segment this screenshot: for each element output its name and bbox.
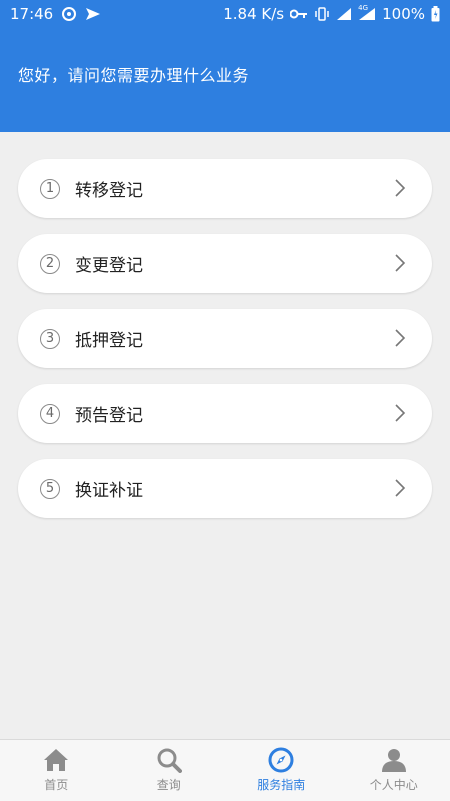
tab-label: 服务指南: [257, 776, 305, 793]
item-number: 4: [40, 404, 60, 424]
signal-icon: [336, 7, 352, 21]
item-label: 预告登记: [75, 401, 143, 426]
vibrate-icon: [314, 6, 330, 22]
chevron-right-icon: [394, 328, 406, 352]
page-title: 您好，请问您需要办理什么业务: [18, 62, 249, 86]
send-icon: [85, 7, 101, 21]
battery-icon: [431, 6, 440, 22]
key-icon: [290, 9, 308, 19]
tab-label: 查询: [157, 776, 181, 793]
signal-label: 4G: [358, 4, 368, 12]
header: 您好，请问您需要办理什么业务: [0, 28, 450, 132]
tab-home[interactable]: 首页: [0, 740, 113, 801]
home-icon: [43, 746, 69, 774]
service-item-advance-notice[interactable]: 4 预告登记: [18, 384, 432, 443]
signal-4g-icon: 4G: [358, 7, 376, 21]
tab-profile[interactable]: 个人中心: [338, 740, 450, 801]
compass-icon: [268, 746, 294, 774]
chevron-right-icon: [394, 253, 406, 277]
network-speed: 1.84 K/s: [223, 5, 284, 23]
service-item-mortgage[interactable]: 3 抵押登记: [18, 309, 432, 368]
status-bar: 17:46 1.84 K/s 4G 100%: [0, 0, 450, 28]
chevron-right-icon: [394, 403, 406, 427]
item-label: 转移登记: [75, 176, 143, 201]
bottom-tab-bar: 首页 查询 服务指南 个人中心: [0, 739, 450, 801]
item-label: 抵押登记: [75, 326, 143, 351]
search-icon: [156, 746, 182, 774]
clock: 17:46: [10, 5, 53, 23]
service-item-certificate-replacement[interactable]: 5 换证补证: [18, 459, 432, 518]
tab-label: 个人中心: [370, 776, 418, 793]
item-number: 1: [40, 179, 60, 199]
service-list: 1 转移登记 2 变更登记 3 抵押登记 4 预告登记 5 换证补证: [18, 159, 432, 534]
item-label: 换证补证: [75, 476, 143, 501]
chevron-right-icon: [394, 478, 406, 502]
item-number: 5: [40, 479, 60, 499]
item-number: 2: [40, 254, 60, 274]
service-item-change[interactable]: 2 变更登记: [18, 234, 432, 293]
service-item-transfer[interactable]: 1 转移登记: [18, 159, 432, 218]
chevron-right-icon: [394, 178, 406, 202]
item-number: 3: [40, 329, 60, 349]
battery-percent: 100%: [382, 5, 425, 23]
tab-service-guide[interactable]: 服务指南: [225, 740, 338, 801]
item-label: 变更登记: [75, 251, 143, 276]
weibo-icon: [61, 6, 77, 22]
tab-label: 首页: [44, 776, 68, 793]
tab-search[interactable]: 查询: [113, 740, 226, 801]
person-icon: [381, 746, 407, 774]
